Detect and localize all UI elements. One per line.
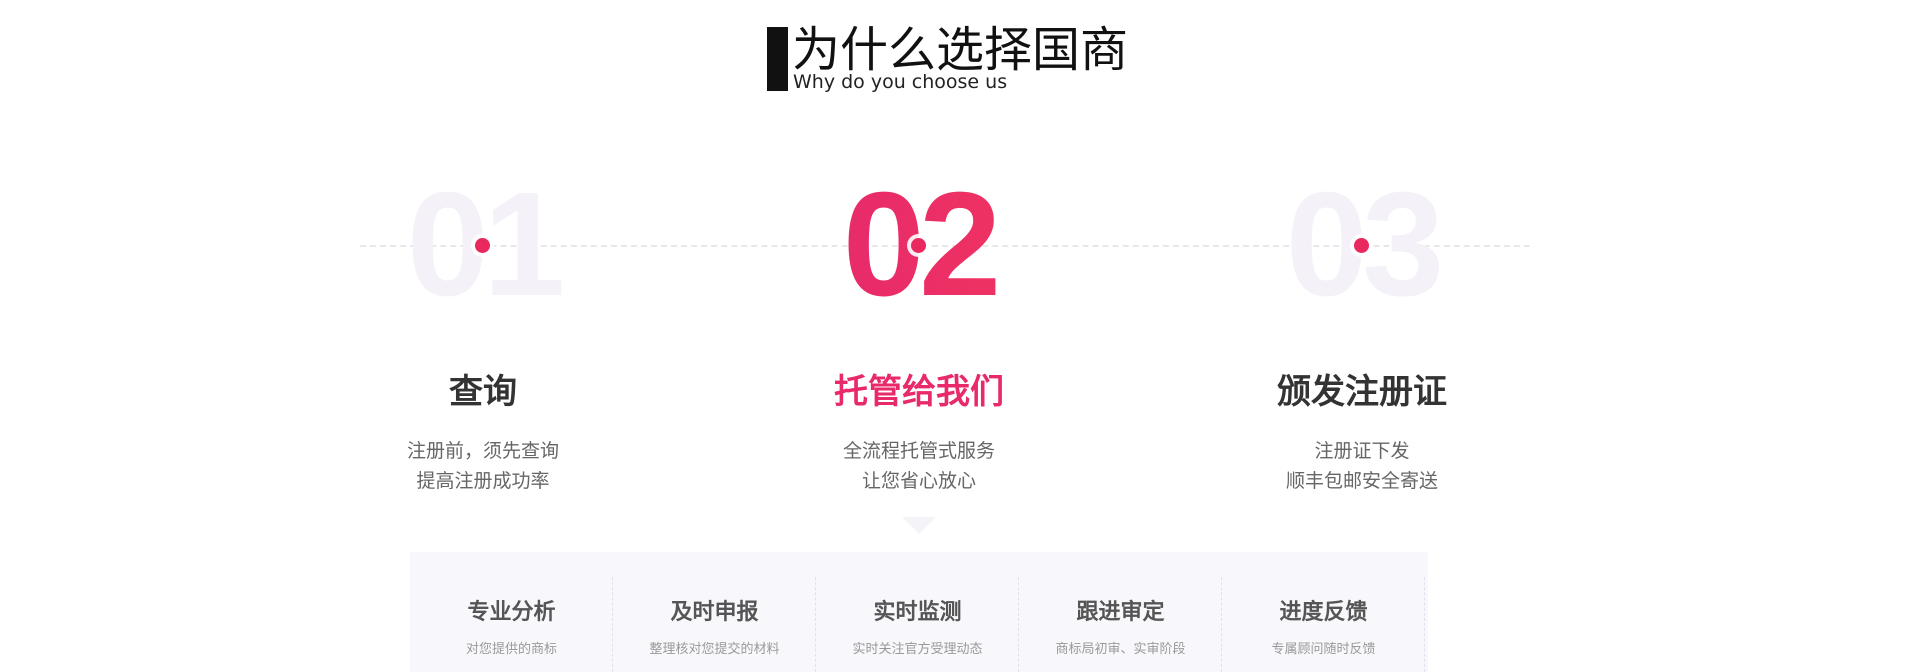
timeline-dot: [475, 238, 490, 253]
section-subtitle: Why do you choose us: [793, 71, 1008, 93]
section-title: 为什么选择国商: [792, 22, 1129, 78]
feature-description: 整理核对您提交的材料: [649, 642, 780, 657]
step-title: 查询: [449, 372, 517, 412]
feature-description: 专属顾问随时反馈: [1271, 642, 1376, 657]
step-description-line: 提高注册成功率: [416, 470, 550, 492]
feature-description: 对您提供的商标: [465, 642, 557, 657]
feature-title: 实时监测: [873, 600, 962, 625]
step-description-line: 顺丰包邮安全寄送: [1285, 470, 1438, 492]
step-description-line: 注册证下发: [1314, 440, 1410, 462]
active-step-pointer: [902, 517, 936, 534]
feature-description: 实时关注官方受理动态: [852, 642, 983, 657]
feature-description: 商标局初审、实审阶段: [1055, 642, 1186, 657]
step-title: 颁发注册证: [1277, 372, 1447, 412]
step-description: 注册证下发 顺丰包邮安全寄送: [1212, 436, 1512, 496]
feature-item-review[interactable]: 跟进审定 商标局初审、实审阶段: [1019, 552, 1222, 672]
feature-item-filing[interactable]: 及时申报 整理核对您提交的材料: [613, 552, 816, 672]
step-description-line: 全流程托管式服务: [842, 440, 995, 462]
heading-accent-bar: [767, 27, 788, 91]
feature-divider: [1424, 577, 1425, 672]
timeline-dot: [1354, 238, 1369, 253]
step-description-line: 注册前，须先查询: [406, 440, 559, 462]
feature-title: 进度反馈: [1279, 600, 1368, 625]
step-description: 注册前，须先查询 提高注册成功率: [333, 436, 633, 496]
feature-item-analysis[interactable]: 专业分析 对您提供的商标: [410, 552, 613, 672]
step-title: 托管给我们: [834, 372, 1004, 412]
step-description-line: 让您省心放心: [861, 470, 976, 492]
feature-item-feedback[interactable]: 进度反馈 专属顾问随时反馈: [1222, 552, 1425, 672]
feature-title: 及时申报: [670, 600, 759, 625]
step-description: 全流程托管式服务 让您省心放心: [769, 436, 1069, 496]
feature-title: 跟进审定: [1076, 600, 1165, 625]
timeline-dot: [911, 238, 926, 253]
feature-item-monitoring[interactable]: 实时监测 实时关注官方受理动态: [816, 552, 1019, 672]
feature-title: 专业分析: [467, 600, 556, 625]
feature-panel: 专业分析 对您提供的商标 及时申报 整理核对您提交的材料 实时监测 实时关注官方…: [410, 552, 1428, 672]
